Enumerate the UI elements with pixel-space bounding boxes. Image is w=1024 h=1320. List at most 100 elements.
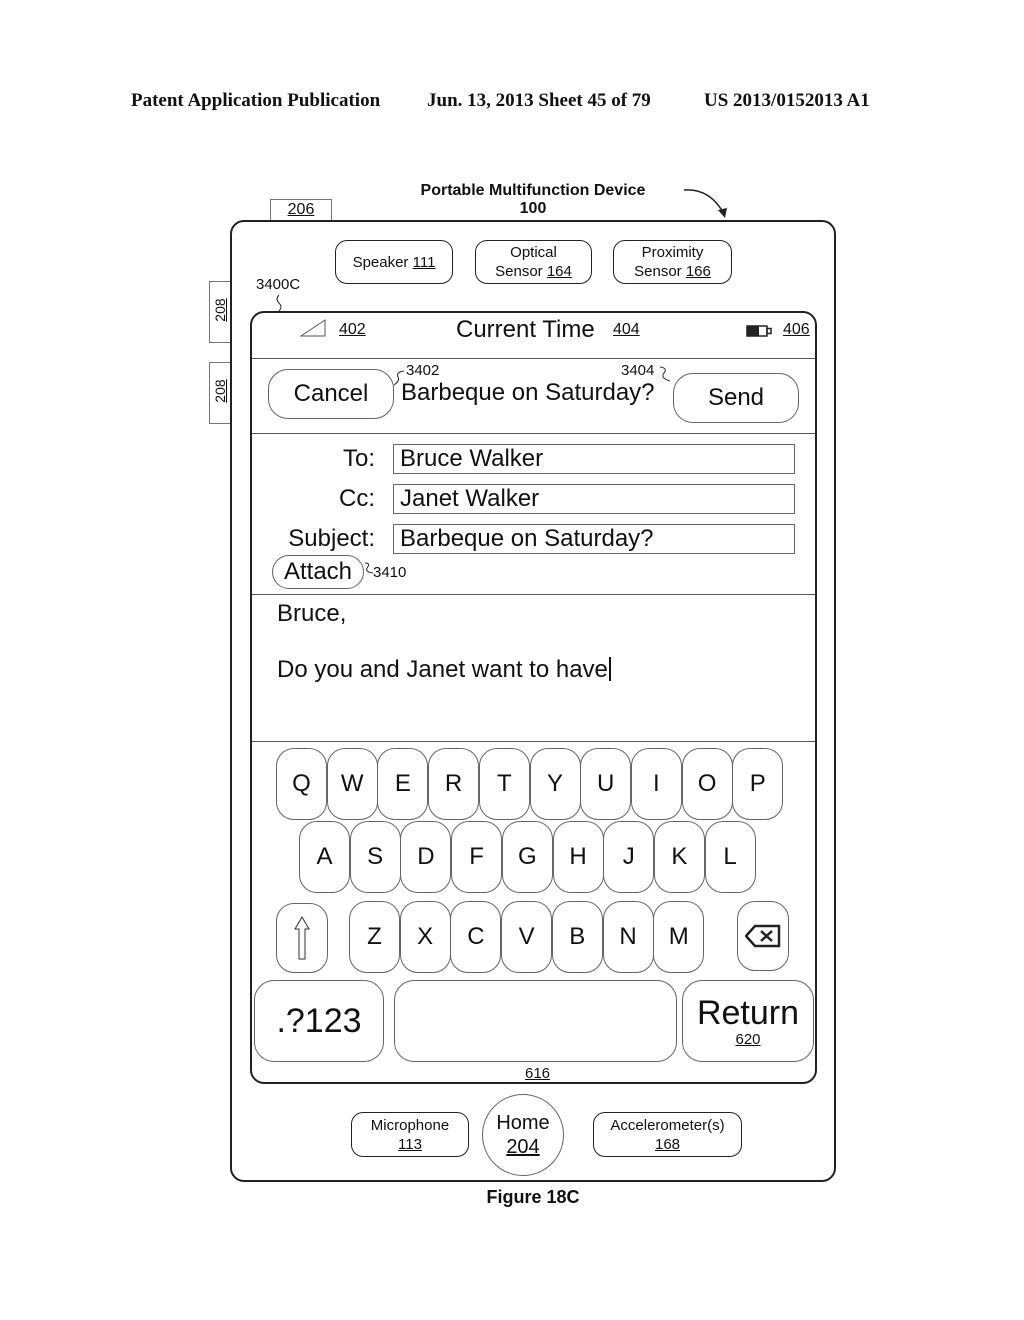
- backspace-icon: [745, 924, 781, 948]
- space-bar[interactable]: [394, 980, 677, 1062]
- key-label: A: [316, 843, 333, 870]
- proximity-sensor-label: Proximity: [641, 244, 704, 261]
- key-q[interactable]: Q: [276, 748, 327, 820]
- key-o[interactable]: O: [681, 748, 733, 820]
- proximity-sensor-ref: 166: [685, 263, 711, 280]
- speaker-label: Speaker: [352, 253, 409, 271]
- optical-sensor-label: Optical: [510, 244, 557, 261]
- speaker: Speaker 111: [335, 240, 453, 284]
- key-label: U: [597, 770, 615, 797]
- key-u[interactable]: U: [580, 748, 632, 820]
- key-label: F: [469, 843, 484, 870]
- cancel-label: Cancel: [293, 380, 369, 407]
- key-z[interactable]: Z: [349, 901, 400, 973]
- side-button-2[interactable]: 208: [209, 362, 230, 424]
- signal-ref: 402: [339, 321, 366, 338]
- key-t[interactable]: T: [478, 748, 530, 820]
- key-g[interactable]: G: [501, 821, 553, 893]
- key-v[interactable]: V: [501, 901, 553, 973]
- return-key-label: Return: [696, 993, 800, 1032]
- attach-button[interactable]: Attach: [272, 555, 364, 589]
- screen-ref: 3400C: [256, 276, 301, 293]
- text-cursor: [608, 657, 611, 681]
- publication-label: Patent Application Publication: [131, 90, 381, 111]
- key-c[interactable]: C: [450, 901, 502, 973]
- key-a[interactable]: A: [299, 821, 350, 893]
- key-label: I: [653, 770, 660, 797]
- touch-screen: 402 Current Time 404 406 Cancel 3402 Bar…: [250, 311, 817, 1084]
- key-k[interactable]: K: [653, 821, 705, 893]
- key-f[interactable]: F: [451, 821, 503, 893]
- to-field[interactable]: Bruce Walker: [393, 444, 795, 474]
- shift-key[interactable]: [276, 903, 328, 973]
- key-label: B: [569, 923, 586, 950]
- numbers-key-label: .?123: [276, 1001, 362, 1040]
- key-label: E: [394, 770, 411, 797]
- accelerometer: Accelerometer(s) 168: [593, 1112, 742, 1157]
- key-label: J: [622, 843, 635, 870]
- key-label: H: [569, 843, 587, 870]
- send-ref-leader-icon: [659, 366, 671, 382]
- subject-label: Subject:: [288, 525, 375, 552]
- key-x[interactable]: X: [399, 901, 451, 973]
- send-button[interactable]: Send: [673, 373, 799, 423]
- key-n[interactable]: N: [602, 901, 654, 973]
- shift-arrow-icon: [294, 916, 310, 960]
- key-label: W: [340, 770, 364, 797]
- return-key-ref: 620: [735, 1030, 761, 1048]
- keyboard: .?123 Return 620 616 Q W E R T Y U I O P A S D F G H J K L…: [252, 743, 815, 1082]
- return-key[interactable]: Return 620: [682, 980, 814, 1062]
- key-label: S: [367, 843, 384, 870]
- key-h[interactable]: H: [552, 821, 604, 893]
- top-button[interactable]: 206: [270, 199, 332, 220]
- cc-field[interactable]: Janet Walker: [393, 484, 795, 514]
- attach-label: Attach: [283, 558, 353, 585]
- backspace-key[interactable]: [737, 901, 789, 971]
- body-text: Do you and Janet want to have: [277, 656, 611, 684]
- current-time: Current Time: [456, 316, 595, 343]
- date-sheet-label: Jun. 13, 2013 Sheet 45 of 79: [427, 90, 651, 111]
- key-b[interactable]: B: [551, 901, 603, 973]
- subject-field[interactable]: Barbeque on Saturday?: [393, 524, 795, 554]
- message-body[interactable]: Bruce, Do you and Janet want to have: [252, 596, 815, 741]
- current-time-ref: 404: [613, 321, 640, 338]
- speaker-ref: 111: [412, 253, 436, 271]
- optical-sensor-ref: 164: [546, 263, 572, 280]
- device-pointer-arrow-icon: [683, 189, 727, 218]
- key-label: O: [697, 770, 717, 797]
- key-d[interactable]: D: [400, 821, 452, 893]
- key-i[interactable]: I: [630, 748, 682, 820]
- key-label: Y: [546, 770, 563, 797]
- optical-sensor: Optical Sensor 164: [475, 240, 592, 284]
- microphone: Microphone 113: [351, 1112, 469, 1157]
- key-s[interactable]: S: [349, 821, 401, 893]
- key-y[interactable]: Y: [529, 748, 581, 820]
- key-j[interactable]: J: [603, 821, 655, 893]
- numbers-key[interactable]: .?123: [254, 980, 384, 1062]
- battery-ref: 406: [783, 321, 810, 338]
- attach-ref: 3410: [373, 564, 407, 581]
- key-w[interactable]: W: [326, 748, 378, 820]
- key-e[interactable]: E: [377, 748, 429, 820]
- cancel-button[interactable]: Cancel: [268, 369, 394, 419]
- key-label: X: [417, 923, 434, 950]
- body-text-content: Do you and Janet want to have: [277, 656, 608, 683]
- key-label: M: [668, 923, 689, 950]
- key-label: D: [417, 843, 435, 870]
- device-title: Portable Multifunction Device: [420, 182, 646, 199]
- side-button-1[interactable]: 208: [209, 281, 230, 343]
- key-p[interactable]: P: [732, 748, 784, 820]
- side-button-2-ref: 208: [212, 379, 228, 403]
- key-r[interactable]: R: [428, 748, 480, 820]
- key-label: K: [671, 843, 688, 870]
- key-label: V: [518, 923, 535, 950]
- microphone-ref: 113: [398, 1135, 422, 1153]
- key-m[interactable]: M: [653, 901, 705, 973]
- key-l[interactable]: L: [704, 821, 756, 893]
- cc-label: Cc:: [339, 485, 375, 512]
- battery-icon: [746, 325, 772, 337]
- home-button[interactable]: Home 204: [482, 1094, 564, 1176]
- key-label: N: [619, 923, 637, 950]
- send-ref: 3404: [621, 362, 655, 379]
- device-ref: 100: [519, 200, 547, 217]
